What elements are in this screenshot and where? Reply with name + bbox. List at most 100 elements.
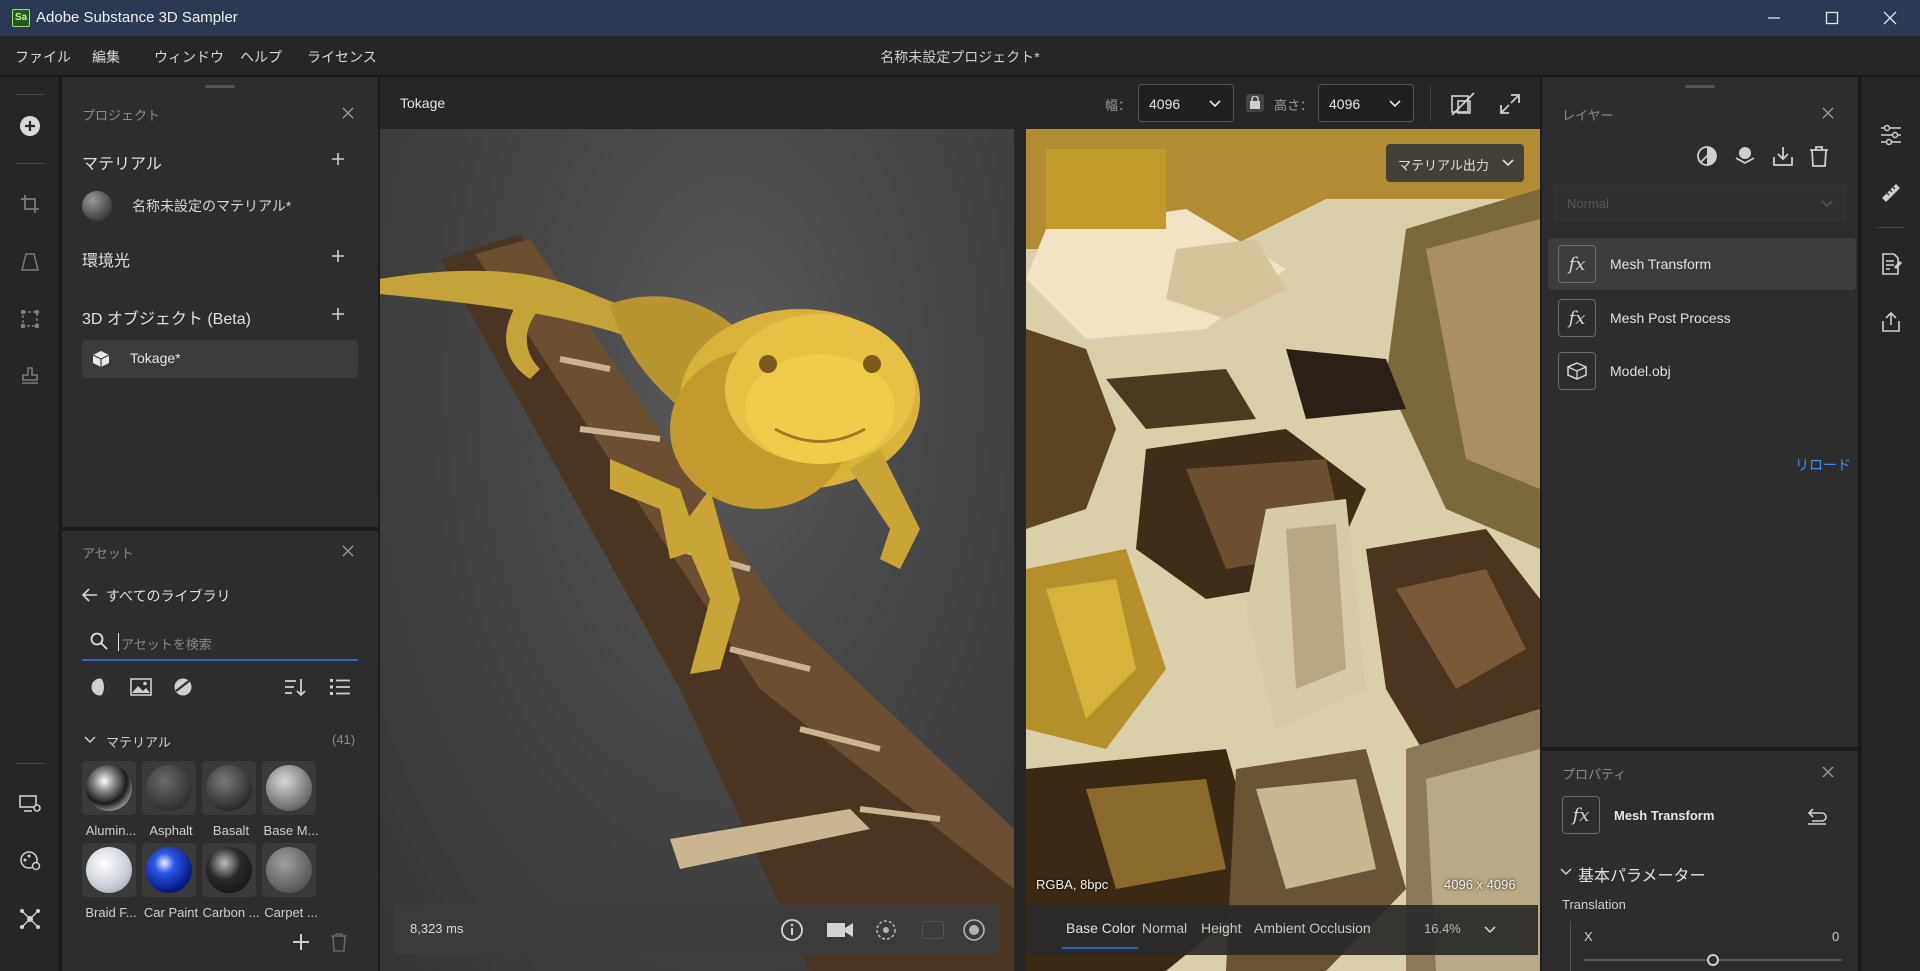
delete-asset-button[interactable]: [330, 932, 348, 952]
close-panel-button[interactable]: [1822, 107, 1836, 121]
chevron-down-icon: [1821, 200, 1833, 208]
info-button[interactable]: [780, 918, 804, 942]
objects-section-label: 3D オブジェクト (Beta): [82, 311, 251, 328]
layer-row-mesh-transform[interactable]: fx Mesh Transform: [1548, 238, 1856, 290]
material-tile[interactable]: Alumin...: [82, 761, 140, 838]
arrow-left-icon: [82, 588, 97, 602]
search-input[interactable]: アセットを検索: [121, 634, 212, 653]
trash-icon: [1810, 146, 1828, 167]
material-tile[interactable]: Base M...: [262, 761, 320, 838]
add-asset-button[interactable]: [292, 933, 310, 951]
filter-materials-button[interactable]: [90, 677, 110, 697]
material-tile[interactable]: Carpet ...: [262, 843, 320, 920]
lock-ratio-button[interactable]: [1246, 94, 1264, 112]
zoom-value[interactable]: 16.4%: [1424, 921, 1461, 936]
ruler-icon: [1882, 184, 1900, 202]
close-window-button[interactable]: [1862, 0, 1918, 36]
chevron-down-icon: [1389, 100, 1401, 108]
tab-height[interactable]: Height: [1201, 920, 1241, 936]
transform-tool[interactable]: [17, 306, 43, 332]
sort-button[interactable]: [284, 677, 306, 697]
delete-layer-button[interactable]: [1809, 145, 1829, 167]
material-tile[interactable]: Car Paint: [142, 843, 200, 920]
group-label: マテリアル: [106, 735, 171, 750]
right-toolbar: [1860, 77, 1920, 971]
perspective-tool[interactable]: [17, 249, 43, 275]
material-output-button[interactable]: マテリアル出力: [1386, 144, 1524, 182]
panel-title: プロジェクト: [82, 108, 161, 123]
close-panel-button[interactable]: [1822, 766, 1836, 780]
object-item-row[interactable]: Tokage*: [82, 340, 358, 378]
filter-images-button[interactable]: [130, 677, 152, 697]
tab-base-color[interactable]: Base Color: [1066, 920, 1135, 936]
environment-settings-button[interactable]: [17, 848, 43, 874]
fx-icon: fx: [1558, 245, 1596, 283]
plus-icon: [293, 934, 309, 950]
blend-mode-dropdown[interactable]: Normal: [1554, 185, 1846, 221]
add-light-button[interactable]: [332, 250, 346, 264]
materials-group-header[interactable]: マテリアル (41): [84, 731, 364, 751]
display-settings-button[interactable]: [17, 791, 43, 817]
plus-icon: [332, 250, 344, 262]
viewport-splitter[interactable]: [1014, 129, 1026, 971]
3d-viewport[interactable]: [380, 129, 1014, 971]
plugins-button[interactable]: [17, 906, 43, 932]
reset-button[interactable]: [1806, 807, 1828, 825]
add-layer-button[interactable]: [1734, 145, 1756, 167]
width-dropdown[interactable]: 4096: [1138, 84, 1234, 122]
filter-environments-button[interactable]: [173, 677, 193, 697]
fullscreen-button[interactable]: [1500, 94, 1520, 114]
panel-grab-handle[interactable]: [1685, 85, 1715, 88]
layer-row-mesh-post-process[interactable]: fx Mesh Post Process: [1548, 292, 1856, 344]
asset-search[interactable]: アセットを検索: [82, 623, 358, 661]
add-material-button[interactable]: [332, 153, 346, 167]
reload-link[interactable]: リロード: [1795, 455, 1851, 475]
2d-texture-viewport[interactable]: マテリアル出力 RGBA, 8bpc 4096 x 4096: [1026, 129, 1540, 971]
camera-button[interactable]: [826, 919, 854, 941]
perspective-icon: [21, 253, 39, 271]
material-tile[interactable]: Carbon ...: [202, 843, 260, 920]
globe-icon: [963, 919, 985, 941]
rotate-light-button[interactable]: [874, 918, 898, 942]
minimize-button[interactable]: [1746, 0, 1802, 36]
crop-tool[interactable]: [17, 191, 43, 217]
tab-normal[interactable]: Normal: [1142, 920, 1187, 936]
environment-toggle-button[interactable]: [962, 918, 986, 942]
back-to-libraries-button[interactable]: すべてのライブラリ: [82, 585, 322, 607]
material-label: Alumin...: [85, 823, 137, 838]
material-item[interactable]: 名称未設定のマテリアル*: [132, 196, 291, 216]
list-view-button[interactable]: [329, 677, 351, 697]
add-filter-button[interactable]: [1696, 145, 1718, 167]
x-value[interactable]: 0: [1832, 929, 1839, 944]
material-thumbnail: [206, 765, 252, 811]
panel-grab-handle[interactable]: [205, 85, 235, 88]
material-tile[interactable]: Braid F...: [82, 843, 140, 920]
height-dropdown[interactable]: 4096: [1318, 84, 1414, 122]
add-object-button[interactable]: [332, 308, 346, 322]
share-button[interactable]: [1878, 309, 1904, 335]
close-panel-button[interactable]: [342, 107, 356, 121]
metadata-button[interactable]: [1878, 251, 1904, 277]
x-slider-thumb[interactable]: [1707, 954, 1719, 966]
wireframe-toggle[interactable]: [922, 921, 944, 939]
plus-icon: [332, 153, 344, 165]
stamp-tool[interactable]: [17, 363, 43, 389]
basic-parameters-section[interactable]: 基本パラメーター: [1560, 861, 1840, 885]
material-output-label: マテリアル出力: [1398, 158, 1489, 173]
material-tile[interactable]: Basalt: [202, 761, 260, 838]
object-item-label: Tokage*: [130, 350, 181, 366]
texture-format-info: RGBA, 8bpc: [1036, 877, 1109, 892]
maximize-button[interactable]: [1804, 0, 1860, 36]
close-panel-button[interactable]: [342, 545, 356, 559]
width-value: 4096: [1149, 96, 1181, 112]
tab-ambient-occlusion[interactable]: Ambient Occlusion: [1254, 920, 1371, 936]
chevron-down-icon: [1560, 868, 1572, 876]
add-button[interactable]: [17, 113, 43, 139]
layer-row-model[interactable]: Model.obj: [1548, 345, 1856, 397]
export-button[interactable]: [1772, 145, 1794, 167]
toolbar-divider: [1877, 227, 1905, 228]
properties-toggle-button[interactable]: [1878, 122, 1904, 148]
measure-button[interactable]: [1878, 180, 1904, 206]
material-tile[interactable]: Asphalt: [142, 761, 200, 838]
tiling-toggle-button[interactable]: [1450, 91, 1476, 117]
